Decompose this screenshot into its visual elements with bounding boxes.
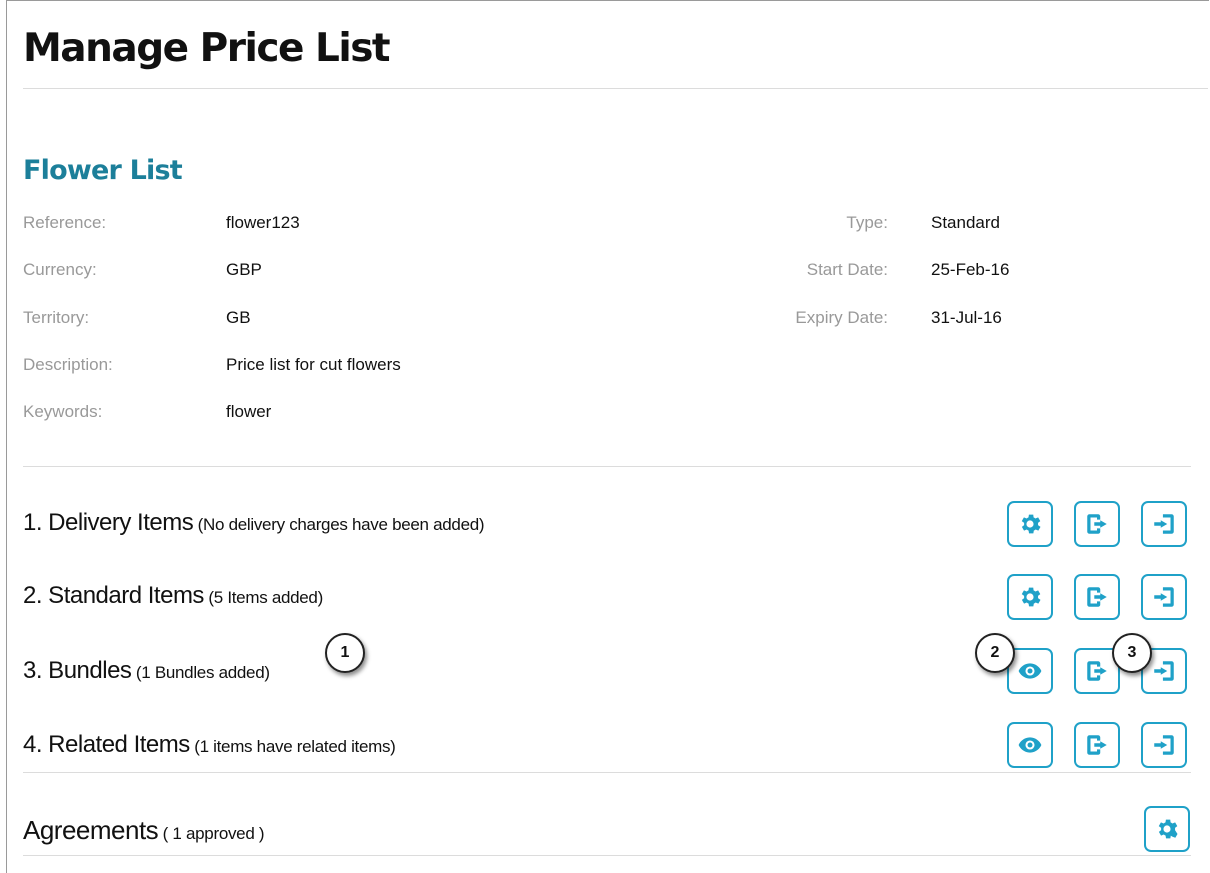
- section-related-items: 4. Related Items (1 items have related i…: [23, 731, 396, 759]
- import-icon: [1154, 735, 1174, 755]
- callout-marker-1: 1: [325, 633, 365, 673]
- description-label: Description:: [23, 355, 113, 374]
- section-subtitle: (5 Items added): [208, 588, 323, 607]
- territory-value: GB: [226, 308, 251, 327]
- export-icon: [1087, 587, 1107, 607]
- page-title: Manage Price List: [23, 26, 391, 71]
- standard-items-settings-button[interactable]: [1007, 574, 1053, 620]
- reference-value: flower123: [226, 213, 300, 232]
- start-date-value: 25-Feb-16: [931, 260, 1010, 279]
- section-subtitle: (1 Bundles added): [135, 663, 270, 682]
- type-value: Standard: [931, 213, 1000, 232]
- import-icon: [1154, 514, 1174, 534]
- section-title: 1. Delivery Items: [23, 509, 194, 536]
- agreements-divider: [23, 855, 1191, 856]
- section-standard-items: 2. Standard Items (5 Items added): [23, 582, 323, 610]
- section-agreements: Agreements ( 1 approved ): [23, 815, 265, 846]
- section-subtitle: ( 1 approved ): [162, 824, 265, 843]
- gear-icon: [1021, 587, 1041, 607]
- section-title: 3. Bundles: [23, 657, 132, 684]
- type-label: Type:: [846, 213, 888, 232]
- section-subtitle: (1 items have related items): [194, 737, 396, 756]
- currency-value: GBP: [226, 260, 262, 279]
- import-icon: [1154, 587, 1174, 607]
- delivery-items-settings-button[interactable]: [1007, 501, 1053, 547]
- section-title: 4. Related Items: [23, 731, 190, 758]
- keywords-value: flower: [226, 402, 272, 421]
- price-list-name: Flower List: [23, 155, 183, 186]
- gear-icon: [1158, 819, 1178, 839]
- reference-label: Reference:: [23, 213, 107, 232]
- callout-marker-2: 2: [975, 633, 1015, 673]
- export-icon: [1087, 514, 1107, 534]
- territory-label: Territory:: [23, 308, 90, 327]
- details-divider: [23, 466, 1191, 467]
- expiry-date-label: Expiry Date:: [795, 308, 888, 327]
- standard-items-import-button[interactable]: [1141, 574, 1187, 620]
- section-delivery-items: 1. Delivery Items (No delivery charges h…: [23, 509, 485, 537]
- delivery-items-import-button[interactable]: [1141, 501, 1187, 547]
- import-icon: [1154, 661, 1174, 681]
- callout-marker-3: 3: [1112, 633, 1152, 673]
- eye-icon: [1018, 737, 1042, 753]
- section-subtitle: (No delivery charges have been added): [197, 515, 485, 534]
- related-items-export-button[interactable]: [1074, 722, 1120, 768]
- related-items-view-button[interactable]: [1007, 722, 1053, 768]
- sections-divider: [23, 772, 1191, 773]
- start-date-label: Start Date:: [806, 260, 888, 279]
- standard-items-export-button[interactable]: [1074, 574, 1120, 620]
- currency-label: Currency:: [23, 260, 97, 279]
- section-title: Agreements: [23, 815, 159, 845]
- description-value: Price list for cut flowers: [226, 355, 401, 374]
- expiry-date-value: 31-Jul-16: [931, 308, 1002, 327]
- export-icon: [1087, 661, 1107, 681]
- eye-icon: [1018, 663, 1042, 679]
- title-divider: [23, 88, 1208, 89]
- export-icon: [1087, 735, 1107, 755]
- related-items-import-button[interactable]: [1141, 722, 1187, 768]
- section-title: 2. Standard Items: [23, 582, 204, 609]
- gear-icon: [1021, 514, 1041, 534]
- agreements-settings-button[interactable]: [1144, 806, 1190, 852]
- section-bundles: 3. Bundles (1 Bundles added): [23, 657, 270, 685]
- keywords-label: Keywords:: [23, 402, 103, 421]
- delivery-items-export-button[interactable]: [1074, 501, 1120, 547]
